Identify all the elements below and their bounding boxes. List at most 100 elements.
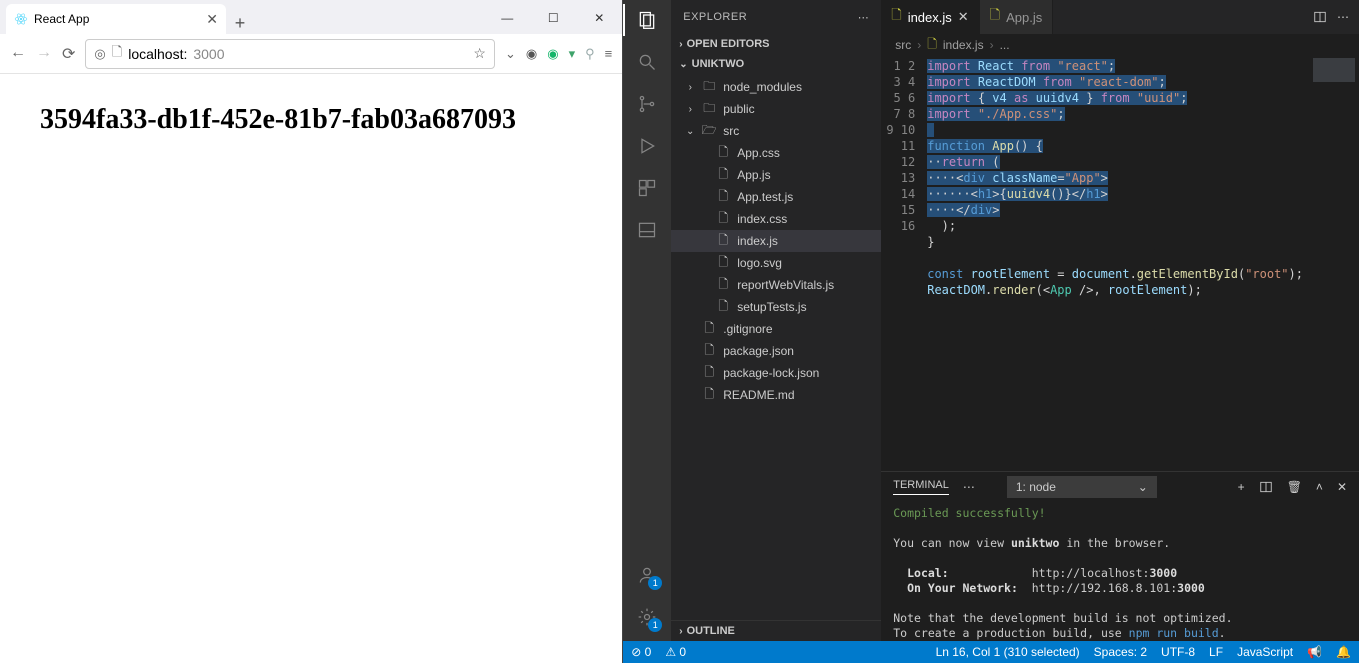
editor-group: 🗋index.js✕🗋App.js ⋯ src › 🗋 index.js › .… bbox=[881, 0, 1359, 641]
status-spaces[interactable]: Spaces: 2 bbox=[1094, 645, 1147, 659]
close-tab-button[interactable]: ✕ bbox=[206, 11, 218, 28]
terminal-selector[interactable]: 1: node ⌄ bbox=[1007, 476, 1157, 498]
bookmark-button[interactable]: ☆ bbox=[473, 45, 486, 62]
nav-buttons: ← → ⟳ bbox=[10, 44, 75, 64]
browser-tab[interactable]: React App ✕ bbox=[6, 4, 226, 34]
file-item[interactable]: 🗋setupTests.js bbox=[671, 296, 881, 318]
pocket-icon[interactable]: ⌄ bbox=[505, 46, 516, 62]
editor-tab[interactable]: 🗋index.js✕ bbox=[881, 0, 979, 34]
file-item[interactable]: 🗋package.json bbox=[671, 340, 881, 362]
split-terminal-icon[interactable] bbox=[1259, 480, 1273, 494]
folder-icon: 🗁 bbox=[701, 121, 717, 142]
file-icon: 🗋 bbox=[701, 319, 717, 340]
folder-item[interactable]: ›🗀public bbox=[671, 98, 881, 120]
outline-section[interactable]: › OUTLINE bbox=[671, 620, 881, 641]
more-icon[interactable]: ⋯ bbox=[963, 480, 975, 494]
outline-label: OUTLINE bbox=[687, 625, 735, 637]
item-label: index.css bbox=[737, 212, 787, 226]
split-editor-icon[interactable] bbox=[1313, 10, 1327, 24]
file-item[interactable]: 🗋index.css bbox=[671, 208, 881, 230]
chevron-down-icon: ⌄ bbox=[1138, 480, 1148, 494]
debug-icon[interactable] bbox=[635, 134, 659, 158]
explorer-icon[interactable] bbox=[635, 8, 659, 32]
forward-button[interactable]: → bbox=[36, 44, 52, 64]
file-item[interactable]: 🗋 App.css bbox=[671, 142, 881, 164]
item-label: node_modules bbox=[723, 80, 802, 94]
trash-icon[interactable]: 🗑 bbox=[1287, 480, 1302, 494]
new-tab-button[interactable]: + bbox=[226, 13, 254, 34]
breadcrumbs[interactable]: src › 🗋 index.js › ... bbox=[881, 34, 1359, 56]
url-host: localhost: bbox=[128, 46, 187, 62]
file-item[interactable]: 🗋README.md bbox=[671, 384, 881, 406]
menu-button[interactable]: ≡ bbox=[605, 46, 613, 61]
back-button[interactable]: ← bbox=[10, 44, 26, 64]
crumb-0[interactable]: src bbox=[895, 38, 911, 52]
js-file-icon: 🗋 bbox=[891, 6, 901, 28]
status-eol[interactable]: LF bbox=[1209, 645, 1223, 659]
item-label: App.js bbox=[737, 168, 770, 182]
explorer-title: EXPLORER bbox=[683, 11, 747, 23]
close-window-button[interactable]: ✕ bbox=[576, 2, 622, 34]
close-panel-icon[interactable]: ✕ bbox=[1337, 480, 1347, 494]
more-icon[interactable]: ⋯ bbox=[858, 11, 870, 24]
status-warnings[interactable]: ⚠ 0 bbox=[665, 645, 686, 659]
ext4-icon[interactable]: ⚲ bbox=[585, 46, 595, 62]
item-label: logo.svg bbox=[737, 256, 782, 270]
terminal-content[interactable]: Compiled successfully! You can now view … bbox=[881, 502, 1359, 641]
file-item[interactable]: 🗋App.js bbox=[671, 164, 881, 186]
file-item[interactable]: 🗋.gitignore bbox=[671, 318, 881, 340]
file-icon: 🗋 bbox=[715, 143, 731, 164]
file-icon: 🗋 bbox=[701, 363, 717, 384]
ext2-icon[interactable]: ◉ bbox=[547, 46, 558, 62]
minimap[interactable] bbox=[1303, 56, 1359, 471]
status-encoding[interactable]: UTF-8 bbox=[1161, 645, 1195, 659]
ext1-icon[interactable]: ◉ bbox=[526, 46, 537, 62]
ext3-icon[interactable]: ▾ bbox=[569, 46, 576, 62]
settings-icon[interactable]: 1 bbox=[635, 605, 659, 629]
chevron-up-icon[interactable]: ˄ bbox=[1316, 480, 1323, 494]
accounts-icon[interactable]: 1 bbox=[635, 563, 659, 587]
scm-icon[interactable] bbox=[635, 92, 659, 116]
code-content[interactable]: import React from "react"; import ReactD… bbox=[923, 56, 1303, 471]
extensions-icon[interactable] bbox=[635, 176, 659, 200]
status-bar: ⊘ 0 ⚠ 0 Ln 16, Col 1 (310 selected) Spac… bbox=[623, 641, 1359, 663]
editor-tabs: 🗋index.js✕🗋App.js ⋯ bbox=[881, 0, 1359, 34]
search-icon[interactable] bbox=[635, 50, 659, 74]
editor-tab[interactable]: 🗋App.js bbox=[980, 0, 1054, 34]
terminal-tab[interactable]: TERMINAL bbox=[893, 479, 949, 495]
file-item[interactable]: 🗋index.js bbox=[671, 230, 881, 252]
file-item[interactable]: 🗋App.test.js bbox=[671, 186, 881, 208]
browser-content: 3594fa33-db1f-452e-81b7-fab03a687093 bbox=[0, 74, 622, 663]
url-port: 3000 bbox=[193, 46, 224, 62]
more-editor-icon[interactable]: ⋯ bbox=[1337, 10, 1349, 24]
panel-icon[interactable] bbox=[635, 218, 659, 242]
open-editors-section[interactable]: › OPEN EDITORS bbox=[671, 34, 881, 54]
minimize-button[interactable]: — bbox=[484, 2, 530, 34]
status-selection[interactable]: Ln 16, Col 1 (310 selected) bbox=[936, 645, 1080, 659]
crumb-2[interactable]: ... bbox=[1000, 38, 1010, 52]
status-lang[interactable]: JavaScript bbox=[1237, 645, 1293, 659]
address-bar[interactable]: ◎ 🗋 localhost:3000 ☆ bbox=[85, 39, 495, 69]
folder-icon: 🗀 bbox=[701, 99, 717, 120]
file-item[interactable]: 🗋reportWebVitals.js bbox=[671, 274, 881, 296]
file-item[interactable]: 🗋package-lock.json bbox=[671, 362, 881, 384]
code-editor[interactable]: 1 2 3 4 5 6 7 8 9 10 11 12 13 14 15 16 i… bbox=[881, 56, 1359, 471]
item-label: index.js bbox=[737, 234, 778, 248]
maximize-button[interactable]: ☐ bbox=[530, 2, 576, 34]
js-file-icon: 🗋 bbox=[927, 35, 937, 56]
folder-item[interactable]: ›🗀node_modules bbox=[671, 76, 881, 98]
bell-icon[interactable]: 🔔 bbox=[1336, 645, 1351, 659]
folder-item[interactable]: ⌄🗁src bbox=[671, 120, 881, 142]
item-label: README.md bbox=[723, 388, 794, 402]
item-label: App.css bbox=[737, 146, 780, 160]
file-item[interactable]: 🗋logo.svg bbox=[671, 252, 881, 274]
item-label: reportWebVitals.js bbox=[737, 278, 834, 292]
chevron-right-icon: › bbox=[917, 38, 921, 52]
new-terminal-icon[interactable]: + bbox=[1238, 480, 1245, 494]
reload-button[interactable]: ⟳ bbox=[62, 44, 75, 64]
status-errors[interactable]: ⊘ 0 bbox=[631, 645, 651, 659]
feedback-icon[interactable]: 📢 bbox=[1307, 645, 1322, 659]
close-tab-icon[interactable]: ✕ bbox=[958, 9, 969, 25]
crumb-1[interactable]: index.js bbox=[943, 38, 984, 52]
project-section[interactable]: ⌄ UNIKTWO bbox=[671, 54, 881, 74]
